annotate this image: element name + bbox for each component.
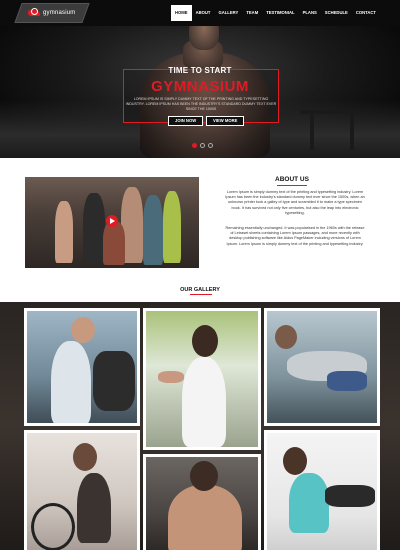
gallery-title: OUR GALLERY (180, 287, 220, 293)
slider-dot[interactable] (208, 143, 213, 148)
hero-rack-leg (350, 110, 354, 150)
gallery-figure-head (71, 317, 95, 343)
nav-item-schedule[interactable]: SCHEDULE (321, 5, 352, 21)
hero-description: LOREM IPSUM IS SIMPLY DUMMY TEXT OF THE … (125, 97, 277, 111)
gallery-figure-head (192, 325, 218, 357)
nav-item-home[interactable]: HOME (171, 5, 192, 21)
gallery-figure-head (275, 325, 297, 349)
main-nav: HOME ABOUT GALLERY TEAM TESTIMONIAL PLAN… (171, 5, 380, 21)
about-title: ABOUT US (275, 176, 309, 183)
gallery-bike-wheel (31, 503, 75, 550)
gallery-figure-head (190, 461, 218, 491)
gallery-figure-legs (327, 371, 367, 391)
nav-item-about[interactable]: ABOUT (192, 5, 215, 21)
gallery-section (0, 302, 400, 550)
slider-dot[interactable] (192, 143, 197, 148)
video-person (143, 195, 163, 265)
about-paragraph: Remaining essentially unchanged. It was … (225, 226, 365, 246)
gallery-figure-head (283, 447, 307, 475)
gallery-image[interactable] (24, 308, 140, 426)
gallery-image[interactable] (143, 454, 261, 550)
about-title-underline (277, 185, 307, 186)
video-person (55, 201, 73, 263)
gallery-figure (182, 357, 226, 447)
gallery-figure-legs (325, 485, 375, 507)
gallery-figure-head (73, 443, 97, 471)
video-person (163, 191, 181, 263)
gallery-figure-arm (158, 371, 184, 383)
hero-rack-leg (310, 110, 314, 150)
nav-item-team[interactable]: TEAM (242, 5, 262, 21)
gallery-figure (289, 473, 329, 533)
nav-item-testimonial[interactable]: TESTIMONIAL (262, 5, 298, 21)
gallery-image[interactable] (264, 308, 380, 426)
gallery-image[interactable] (264, 430, 380, 550)
join-now-button[interactable]: JOIN NOW (168, 116, 204, 126)
hero-title: GYMNASIUM (151, 78, 249, 95)
logo-text: gymnasium (43, 10, 76, 16)
gallery-equipment (93, 351, 135, 411)
gallery-title-underline (190, 294, 212, 295)
site-logo[interactable]: gymnasium (28, 6, 75, 20)
logo-icon (28, 8, 40, 18)
slider-dot[interactable] (200, 143, 205, 148)
gallery-image[interactable] (143, 308, 261, 450)
gallery-figure (77, 473, 111, 543)
play-icon[interactable] (106, 215, 118, 227)
gallery-figure (51, 341, 91, 423)
video-person (83, 193, 105, 263)
nav-item-plans[interactable]: PLANS (299, 5, 321, 21)
nav-item-gallery[interactable]: GALLERY (214, 5, 242, 21)
video-person (103, 221, 125, 265)
view-more-button[interactable]: VIEW MORE (206, 116, 245, 126)
about-paragraph: Lorem Ipsum is simply dummy text of the … (225, 190, 365, 215)
slider-dots (192, 143, 213, 148)
gallery-image[interactable] (24, 430, 140, 550)
hero-subtitle: TIME TO START (168, 66, 232, 75)
nav-item-contact[interactable]: CONTACT (352, 5, 380, 21)
gallery-figure (168, 485, 242, 550)
site-header: gymnasium HOME ABOUT GALLERY TEAM TESTIM… (0, 0, 400, 26)
